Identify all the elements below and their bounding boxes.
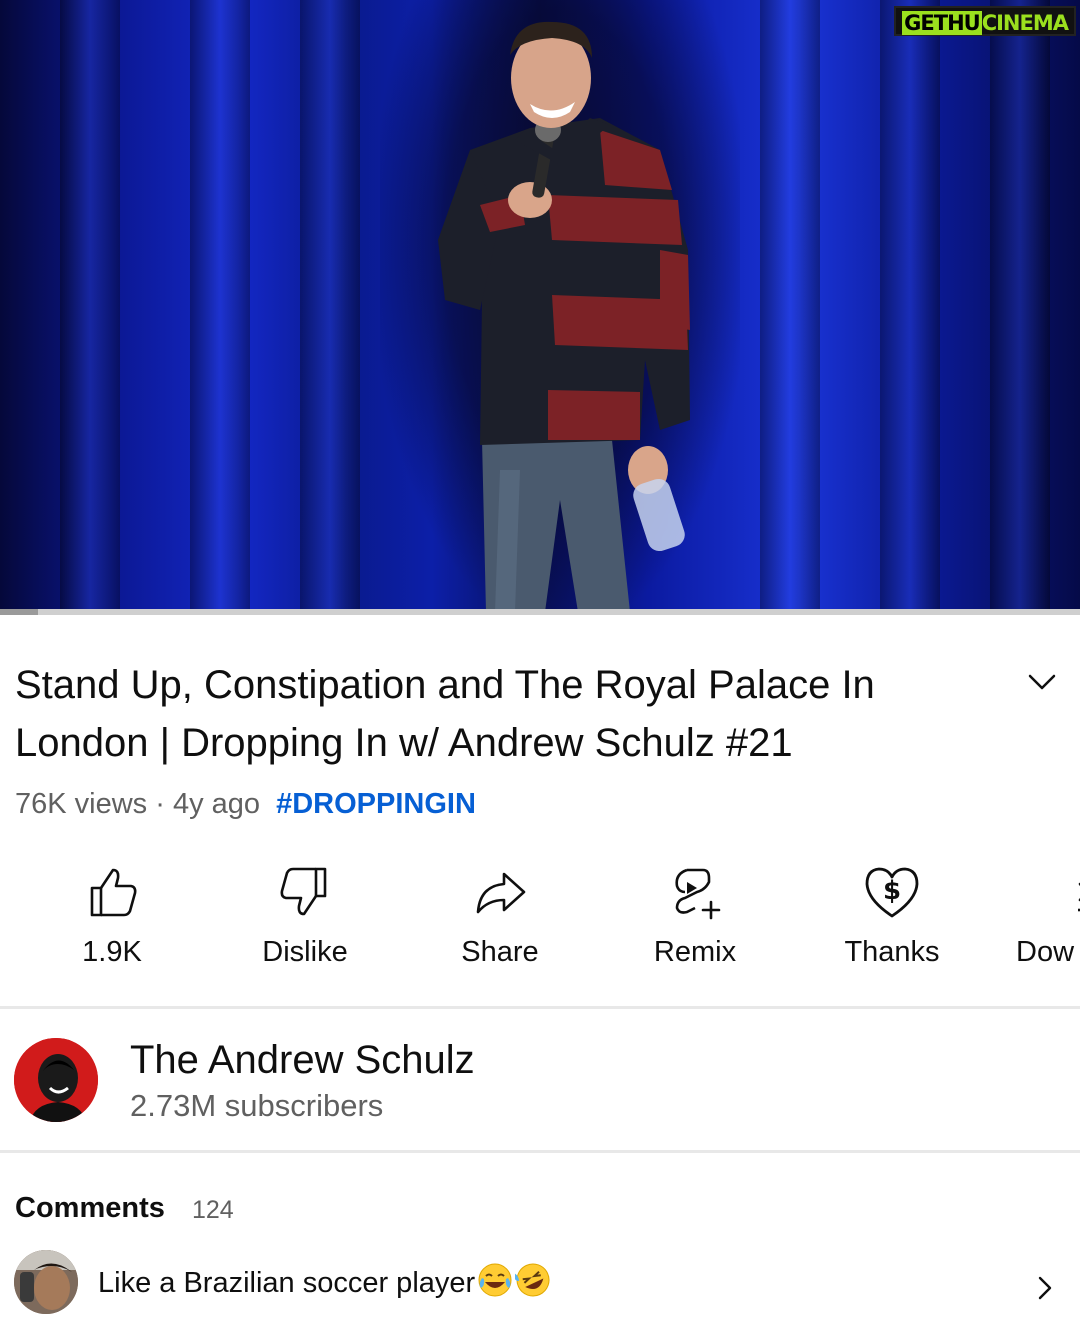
watermark-text: GETHU [902,11,982,35]
gethucinema-watermark: GETHUCINEMA [894,6,1076,36]
download-icon [1078,882,1080,912]
thanks-button[interactable]: $ Thanks [830,862,954,982]
chevron-down-icon[interactable] [1022,666,1062,698]
dislike-label: Dislike [262,936,348,968]
upload-age: 4y ago [172,788,261,820]
like-button[interactable]: 1.9K [52,862,172,982]
svg-text:$: $ [883,876,901,906]
download-label: Dow [1016,936,1075,968]
video-player[interactable]: GETHUCINEMA [0,0,1080,612]
video-title[interactable]: Stand Up, Constipation and The Royal Pal… [15,656,975,772]
comments-heading[interactable]: Comments [15,1188,165,1228]
share-label: Share [461,936,539,968]
video-progress-bar[interactable] [0,609,1080,615]
top-comment-text: Like a Brazilian soccer player [98,1267,476,1299]
thanks-label: Thanks [844,936,940,968]
section-divider [0,1150,1080,1153]
thumbs-down-icon [280,867,327,916]
share-button[interactable]: Share [440,862,560,982]
channel-name[interactable]: The Andrew Schulz [130,1036,475,1084]
thumbs-up-icon [90,868,137,917]
remix-button[interactable]: Remix [635,862,755,982]
section-divider [0,1006,1080,1009]
commenter-avatar-image [14,1250,78,1314]
channel-avatar[interactable] [14,1038,98,1122]
chevron-right-icon[interactable] [1032,1272,1058,1304]
top-comment[interactable]: Like a Brazilian soccer player [98,1262,551,1303]
download-button[interactable]: Dow [1010,862,1080,982]
commenter-avatar [14,1250,78,1314]
like-count: 1.9K [82,936,142,968]
dislike-button[interactable]: Dislike [240,862,370,982]
tears-of-joy-emoji-icon [478,1263,512,1297]
meta-separator: · [155,788,165,820]
performer-figure [438,21,690,612]
thanks-heart-dollar-icon: $ [865,867,919,918]
video-progress-fill [0,609,38,615]
channel-avatar-image [14,1038,98,1122]
remix-label: Remix [653,936,737,968]
share-arrow-icon [476,872,526,914]
subscriber-count: 2.73M subscribers [130,1088,384,1123]
view-count: 76K views [15,788,148,820]
watermark-text: CINEMA [981,11,1069,35]
hashtag-link[interactable]: #DROPPINGIN [276,788,476,820]
video-meta: 76K views · 4y ago #DROPPINGIN [15,784,476,824]
comments-count: 124 [192,1196,234,1224]
rolling-laughing-emoji-icon [515,1263,550,1297]
remix-icon [675,868,721,920]
